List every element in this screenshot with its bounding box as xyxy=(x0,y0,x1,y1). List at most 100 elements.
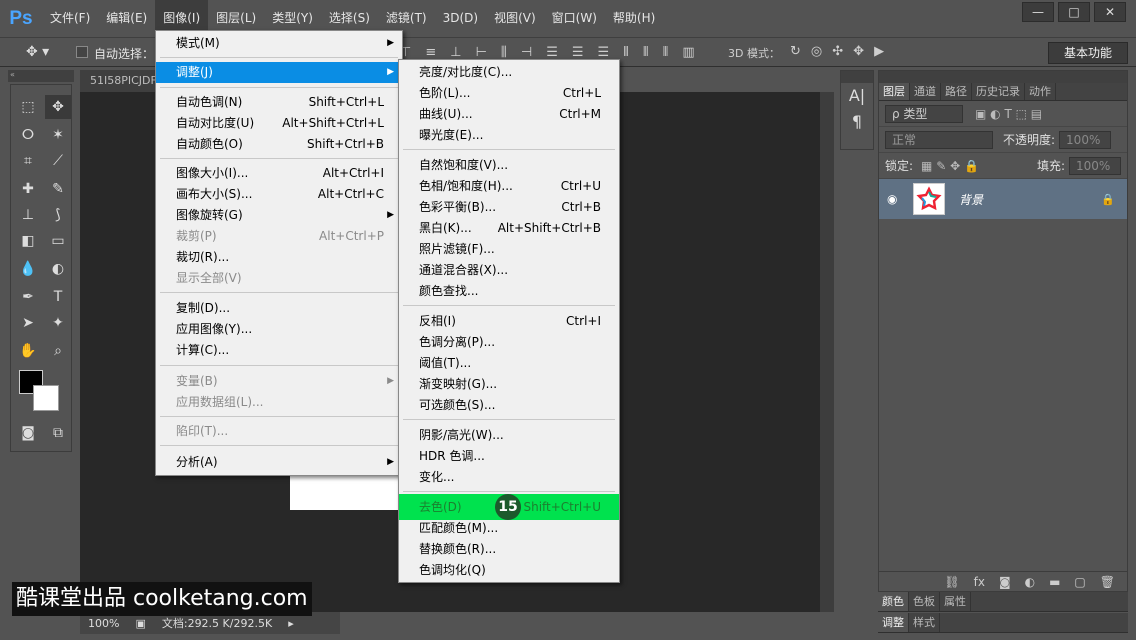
menu-item-shadows-highlights[interactable]: 阴影/高光(W)... xyxy=(399,425,619,446)
menu-item-adjustments[interactable]: 调整(J) ▶ xyxy=(156,62,402,83)
menu-item-channel-mixer[interactable]: 通道混合器(X)... xyxy=(399,260,619,281)
auto-select-checkbox[interactable] xyxy=(76,46,88,58)
tab-properties[interactable]: 属性 xyxy=(940,592,971,611)
menu-help[interactable]: 帮助(H) xyxy=(605,0,663,37)
eyedropper-tool-icon[interactable]: ⟋ xyxy=(45,149,71,173)
menu-item-gradient-map[interactable]: 渐变映射(G)... xyxy=(399,374,619,395)
distribute-left-icon[interactable]: ⦀ xyxy=(623,45,629,60)
status-menu-arrow-icon[interactable]: ▸ xyxy=(280,617,302,630)
menu-item-curves[interactable]: 曲线(U)... Ctrl+M xyxy=(399,104,619,125)
menu-item-image-rotation[interactable]: 图像旋转(G) ▶ xyxy=(156,205,402,226)
move-tool-preset-icon[interactable]: ✥ ▾ xyxy=(26,44,66,62)
menu-edit[interactable]: 编辑(E) xyxy=(98,0,155,37)
blend-mode-select[interactable]: 正常 xyxy=(885,130,993,149)
menu-file[interactable]: 文件(F) xyxy=(42,0,98,37)
distribute-hcenter-icon[interactable]: ⦀ xyxy=(643,45,649,60)
lasso-tool-icon[interactable]: ⵔ xyxy=(15,123,41,147)
menu-item-black-white[interactable]: 黑白(K)... Alt+Shift+Ctrl+B xyxy=(399,218,619,239)
menu-item-color-lookup[interactable]: 颜色查找... xyxy=(399,281,619,302)
link-layers-icon[interactable]: ⛓ xyxy=(944,575,959,589)
menu-item-exposure[interactable]: 曝光度(E)... xyxy=(399,125,619,146)
zoom-level[interactable]: 100% xyxy=(80,617,127,630)
tab-history[interactable]: 历史记录 xyxy=(972,83,1025,100)
tab-color[interactable]: 颜色 xyxy=(878,592,909,611)
menu-item-auto-tone[interactable]: 自动色调(N) Shift+Ctrl+L xyxy=(156,92,402,113)
menu-item-hdr-toning[interactable]: HDR 色调... xyxy=(399,446,619,467)
3d-orbit-icon[interactable]: ↻ xyxy=(790,44,801,59)
brush-tool-icon[interactable]: ✎ xyxy=(45,177,71,201)
3d-pan-icon[interactable]: ✣ xyxy=(832,44,843,59)
menu-item-duplicate[interactable]: 复制(D)... xyxy=(156,298,402,319)
delete-layer-icon[interactable]: 🗑 xyxy=(1100,575,1115,589)
dodge-tool-icon[interactable]: ◐ xyxy=(45,257,71,281)
distribute-top-icon[interactable]: ☰ xyxy=(546,45,558,60)
auto-align-icon[interactable]: ▥ xyxy=(682,45,694,60)
align-vcenter-icon[interactable]: ≡ xyxy=(425,45,436,60)
background-color-swatch[interactable] xyxy=(33,385,59,411)
3d-slide-icon[interactable]: ✥ xyxy=(853,44,864,59)
distribute-bottom-icon[interactable]: ☰ xyxy=(598,45,610,60)
new-group-icon[interactable]: ▬ xyxy=(1049,575,1060,589)
screen-mode-icon[interactable]: ⧉ xyxy=(45,421,71,445)
distribute-center-icon[interactable]: ☰ xyxy=(572,45,584,60)
menu-item-trim[interactable]: 裁切(R)... xyxy=(156,247,402,268)
tab-paths[interactable]: 路径 xyxy=(941,83,972,100)
menu-item-posterize[interactable]: 色调分离(P)... xyxy=(399,332,619,353)
menu-item-auto-contrast[interactable]: 自动对比度(U) Alt+Shift+Ctrl+L xyxy=(156,113,402,134)
tab-channels[interactable]: 通道 xyxy=(910,83,941,100)
tab-swatches[interactable]: 色板 xyxy=(909,592,940,611)
vertical-scrollbar[interactable] xyxy=(820,92,834,612)
menu-item-vibrance[interactable]: 自然饱和度(V)... xyxy=(399,155,619,176)
menu-item-threshold[interactable]: 阈值(T)... xyxy=(399,353,619,374)
align-left-icon[interactable]: ⊢ xyxy=(476,45,487,60)
menu-3d[interactable]: 3D(D) xyxy=(435,0,486,37)
crop-tool-icon[interactable]: ⌗ xyxy=(15,149,41,173)
type-tool-icon[interactable]: T xyxy=(45,285,71,309)
menu-item-mode[interactable]: 模式(M) ▶ xyxy=(156,33,402,54)
opacity-input[interactable]: 100% xyxy=(1059,130,1112,149)
menu-window[interactable]: 窗口(W) xyxy=(544,0,605,37)
menu-item-photo-filter[interactable]: 照片滤镜(F)... xyxy=(399,239,619,260)
tab-adjustments[interactable]: 调整 xyxy=(878,613,909,632)
menu-item-equalize[interactable]: 色调均化(Q) xyxy=(399,560,619,581)
history-brush-tool-icon[interactable]: ⟆ xyxy=(45,203,71,227)
gradient-tool-icon[interactable]: ▭ xyxy=(45,229,71,253)
pen-tool-icon[interactable]: ✒ xyxy=(15,285,41,309)
zoom-tool-icon[interactable]: ⌕ xyxy=(45,339,71,363)
fill-input[interactable]: 100% xyxy=(1069,156,1121,175)
eraser-tool-icon[interactable]: ◧ xyxy=(15,229,41,253)
menu-item-color-balance[interactable]: 色彩平衡(B)... Ctrl+B xyxy=(399,197,619,218)
document-tab[interactable]: 51I58PICJDF xyxy=(80,70,158,92)
new-layer-icon[interactable]: ▢ xyxy=(1074,575,1085,589)
menu-item-levels[interactable]: 色阶(L)... Ctrl+L xyxy=(399,83,619,104)
status-icon[interactable]: ▣ xyxy=(127,617,153,630)
healing-brush-tool-icon[interactable]: ✚ xyxy=(15,177,41,201)
hand-tool-icon[interactable]: ✋ xyxy=(15,339,41,363)
adjustment-layer-icon[interactable]: ◐ xyxy=(1025,575,1035,589)
toolbox-header[interactable]: « xyxy=(8,70,74,82)
menu-item-replace-color[interactable]: 替换颜色(R)... xyxy=(399,539,619,560)
mini-panel-header[interactable] xyxy=(841,71,873,83)
layer-name[interactable]: 背景 xyxy=(959,191,983,208)
clone-stamp-tool-icon[interactable]: ⊥ xyxy=(15,203,41,227)
menu-item-match-color[interactable]: 匹配颜色(M)... xyxy=(399,518,619,539)
panel-header[interactable] xyxy=(879,71,1127,83)
menu-item-hue-saturation[interactable]: 色相/饱和度(H)... Ctrl+U xyxy=(399,176,619,197)
menu-item-apply-image[interactable]: 应用图像(Y)... xyxy=(156,319,402,340)
menu-item-brightness-contrast[interactable]: 亮度/对比度(C)... xyxy=(399,62,619,83)
align-right-icon[interactable]: ⊣ xyxy=(521,45,532,60)
workspace-button[interactable]: 基本功能 xyxy=(1048,42,1128,64)
filter-type-icons[interactable]: ▣ ◐ T ⬚ ▤ xyxy=(975,107,1042,121)
character-panel-icon[interactable]: A| xyxy=(841,83,873,109)
menu-item-analysis[interactable]: 分析(A) ▶ xyxy=(156,452,402,473)
align-bottom-icon[interactable]: ⊥ xyxy=(450,45,461,60)
menu-item-image-size[interactable]: 图像大小(I)... Alt+Ctrl+I xyxy=(156,163,402,184)
add-mask-icon[interactable]: ◙ xyxy=(999,575,1011,589)
layer-style-icon[interactable]: fx xyxy=(974,575,985,589)
distribute-right-icon[interactable]: ⦀ xyxy=(663,45,669,60)
3d-scale-icon[interactable]: ▶ xyxy=(874,44,884,59)
close-button[interactable]: ✕ xyxy=(1094,2,1126,22)
lock-icons[interactable]: ▦ ✎ ✥ 🔒 xyxy=(921,159,979,173)
minimize-button[interactable]: — xyxy=(1022,2,1054,22)
shape-tool-icon[interactable]: ✦ xyxy=(45,311,71,335)
